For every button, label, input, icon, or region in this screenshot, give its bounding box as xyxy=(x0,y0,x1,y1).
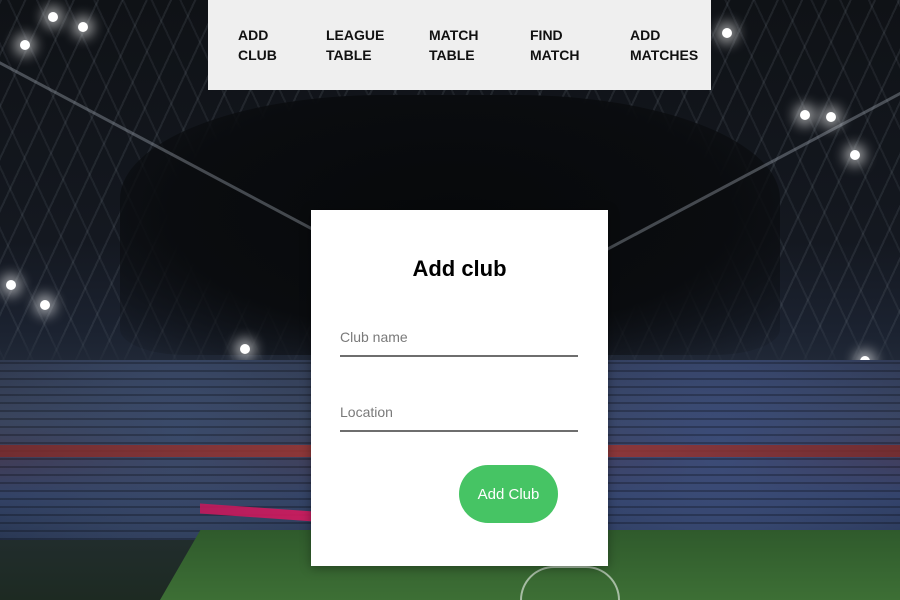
floodlight xyxy=(722,28,732,38)
floodlight xyxy=(40,300,50,310)
club-name-input[interactable] xyxy=(340,325,578,357)
nav-find-match[interactable]: FIND MATCH xyxy=(530,25,630,65)
add-club-form-card: Add club Add Club xyxy=(311,210,608,566)
floodlight xyxy=(6,280,16,290)
pitch-center-circle xyxy=(520,566,620,600)
add-club-button[interactable]: Add Club xyxy=(459,465,558,523)
floodlight xyxy=(20,40,30,50)
form-title: Add club xyxy=(412,256,507,281)
nav-match-table[interactable]: MATCH TABLE xyxy=(429,25,530,65)
nav-league-table[interactable]: LEAGUE TABLE xyxy=(326,25,429,65)
floodlight xyxy=(48,12,58,22)
top-navigation: ADD CLUB LEAGUE TABLE MATCH TABLE FIND M… xyxy=(208,0,711,90)
floodlight xyxy=(800,110,810,120)
floodlight xyxy=(240,344,250,354)
floodlight xyxy=(826,112,836,122)
nav-add-matches[interactable]: ADD MATCHES xyxy=(630,25,710,65)
floodlight xyxy=(78,22,88,32)
nav-add-club[interactable]: ADD CLUB xyxy=(238,25,326,65)
location-input[interactable] xyxy=(340,400,578,432)
floodlight xyxy=(850,150,860,160)
